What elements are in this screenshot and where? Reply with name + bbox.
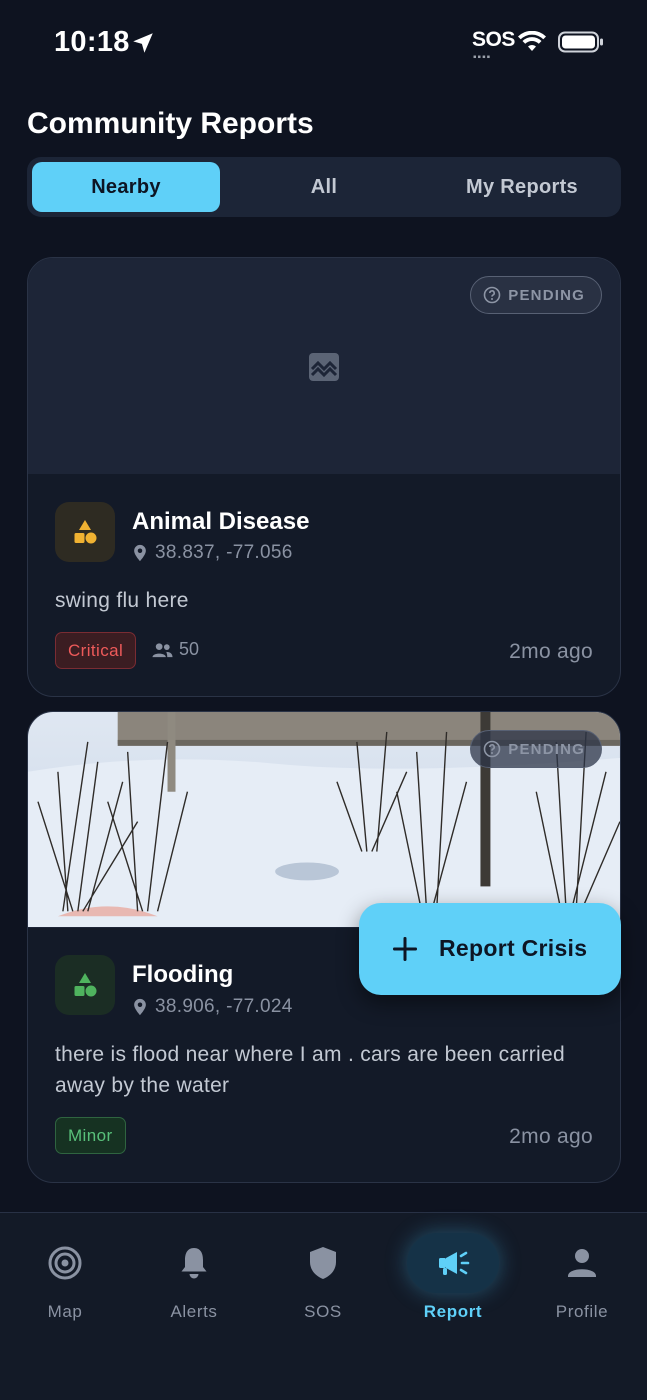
report-filter-tabs: Nearby All My Reports <box>27 157 621 217</box>
plus-icon <box>393 937 417 961</box>
sos-indicator: SOS <box>472 28 515 51</box>
nav-item-alerts[interactable]: Alerts <box>129 1213 259 1343</box>
report-description: swing flu here <box>55 589 189 612</box>
category-icon-tile <box>55 955 115 1015</box>
status-badge: PENDING <box>470 730 602 768</box>
location-pin-icon <box>134 998 146 1016</box>
broken-image-icon <box>309 353 339 381</box>
category-icon-tile <box>55 502 115 562</box>
nav-label-report: Report <box>423 1302 483 1321</box>
category-shapes-icon <box>74 973 97 997</box>
nav-item-sos[interactable]: SOS <box>258 1213 388 1343</box>
affected-count-value: 50 <box>179 639 200 659</box>
nav-item-report[interactable]: Report <box>388 1213 518 1343</box>
page-title: Community Reports <box>27 107 314 140</box>
megaphone-icon <box>439 1251 470 1275</box>
tab-nearby[interactable]: Nearby <box>32 162 220 212</box>
report-coords: 38.837, -77.056 <box>155 542 293 563</box>
battery-icon <box>558 31 603 53</box>
status-time: 10:18 <box>54 26 130 58</box>
bell-icon <box>181 1248 207 1279</box>
report-crisis-label: Report Crisis <box>439 935 588 961</box>
report-card[interactable]: PENDING Animal Disease 38.837, -77.056 s… <box>27 257 621 697</box>
nav-label-alerts: Alerts <box>170 1302 218 1321</box>
nav-label-map: Map <box>47 1302 83 1321</box>
report-category: Animal Disease <box>132 508 310 535</box>
report-image-placeholder: PENDING <box>28 258 620 474</box>
nav-item-map[interactable]: Map <box>0 1213 130 1343</box>
help-circle-icon <box>483 740 501 758</box>
report-location: 38.837, -77.056 <box>132 542 293 564</box>
severity-badge: Minor <box>55 1117 126 1154</box>
help-circle-icon <box>483 286 501 304</box>
status-badge-label: PENDING <box>508 286 585 304</box>
location-arrow-icon <box>133 33 153 53</box>
nav-label-sos: SOS <box>304 1302 342 1321</box>
status-bar: 10:18 SOS ▪▪▪▪ <box>0 0 647 86</box>
screen: 10:18 SOS ▪▪▪▪ Community Reports Nearby … <box>0 0 647 1400</box>
person-icon <box>568 1249 596 1277</box>
affected-count: 50 <box>152 639 199 660</box>
tab-all[interactable]: All <box>230 162 418 212</box>
location-pin-icon <box>134 544 146 562</box>
bottom-navigation: Map Alerts SOS Report Profile <box>0 1212 647 1400</box>
report-time: 2mo ago <box>509 1125 593 1148</box>
severity-badge: Critical <box>55 632 137 669</box>
report-category: Flooding <box>132 961 234 988</box>
report-photo: PENDING <box>28 712 620 928</box>
target-icon <box>48 1246 82 1280</box>
report-coords: 38.906, -77.024 <box>155 996 293 1017</box>
signal-dots-icon: ▪▪▪▪ <box>473 52 492 63</box>
category-shapes-icon <box>74 520 97 544</box>
tab-my-reports[interactable]: My Reports <box>428 162 616 212</box>
people-icon <box>152 642 173 657</box>
report-crisis-button[interactable]: Report Crisis <box>359 903 621 995</box>
nav-item-profile[interactable]: Profile <box>517 1213 647 1343</box>
nav-label-profile: Profile <box>555 1302 609 1321</box>
status-badge: PENDING <box>470 276 602 314</box>
report-location: 38.906, -77.024 <box>132 996 293 1018</box>
wifi-icon <box>518 31 546 51</box>
shield-icon <box>310 1247 336 1279</box>
report-description: there is flood near where I am . cars ar… <box>55 1043 565 1097</box>
report-time: 2mo ago <box>509 640 593 663</box>
status-badge-label: PENDING <box>508 740 585 758</box>
